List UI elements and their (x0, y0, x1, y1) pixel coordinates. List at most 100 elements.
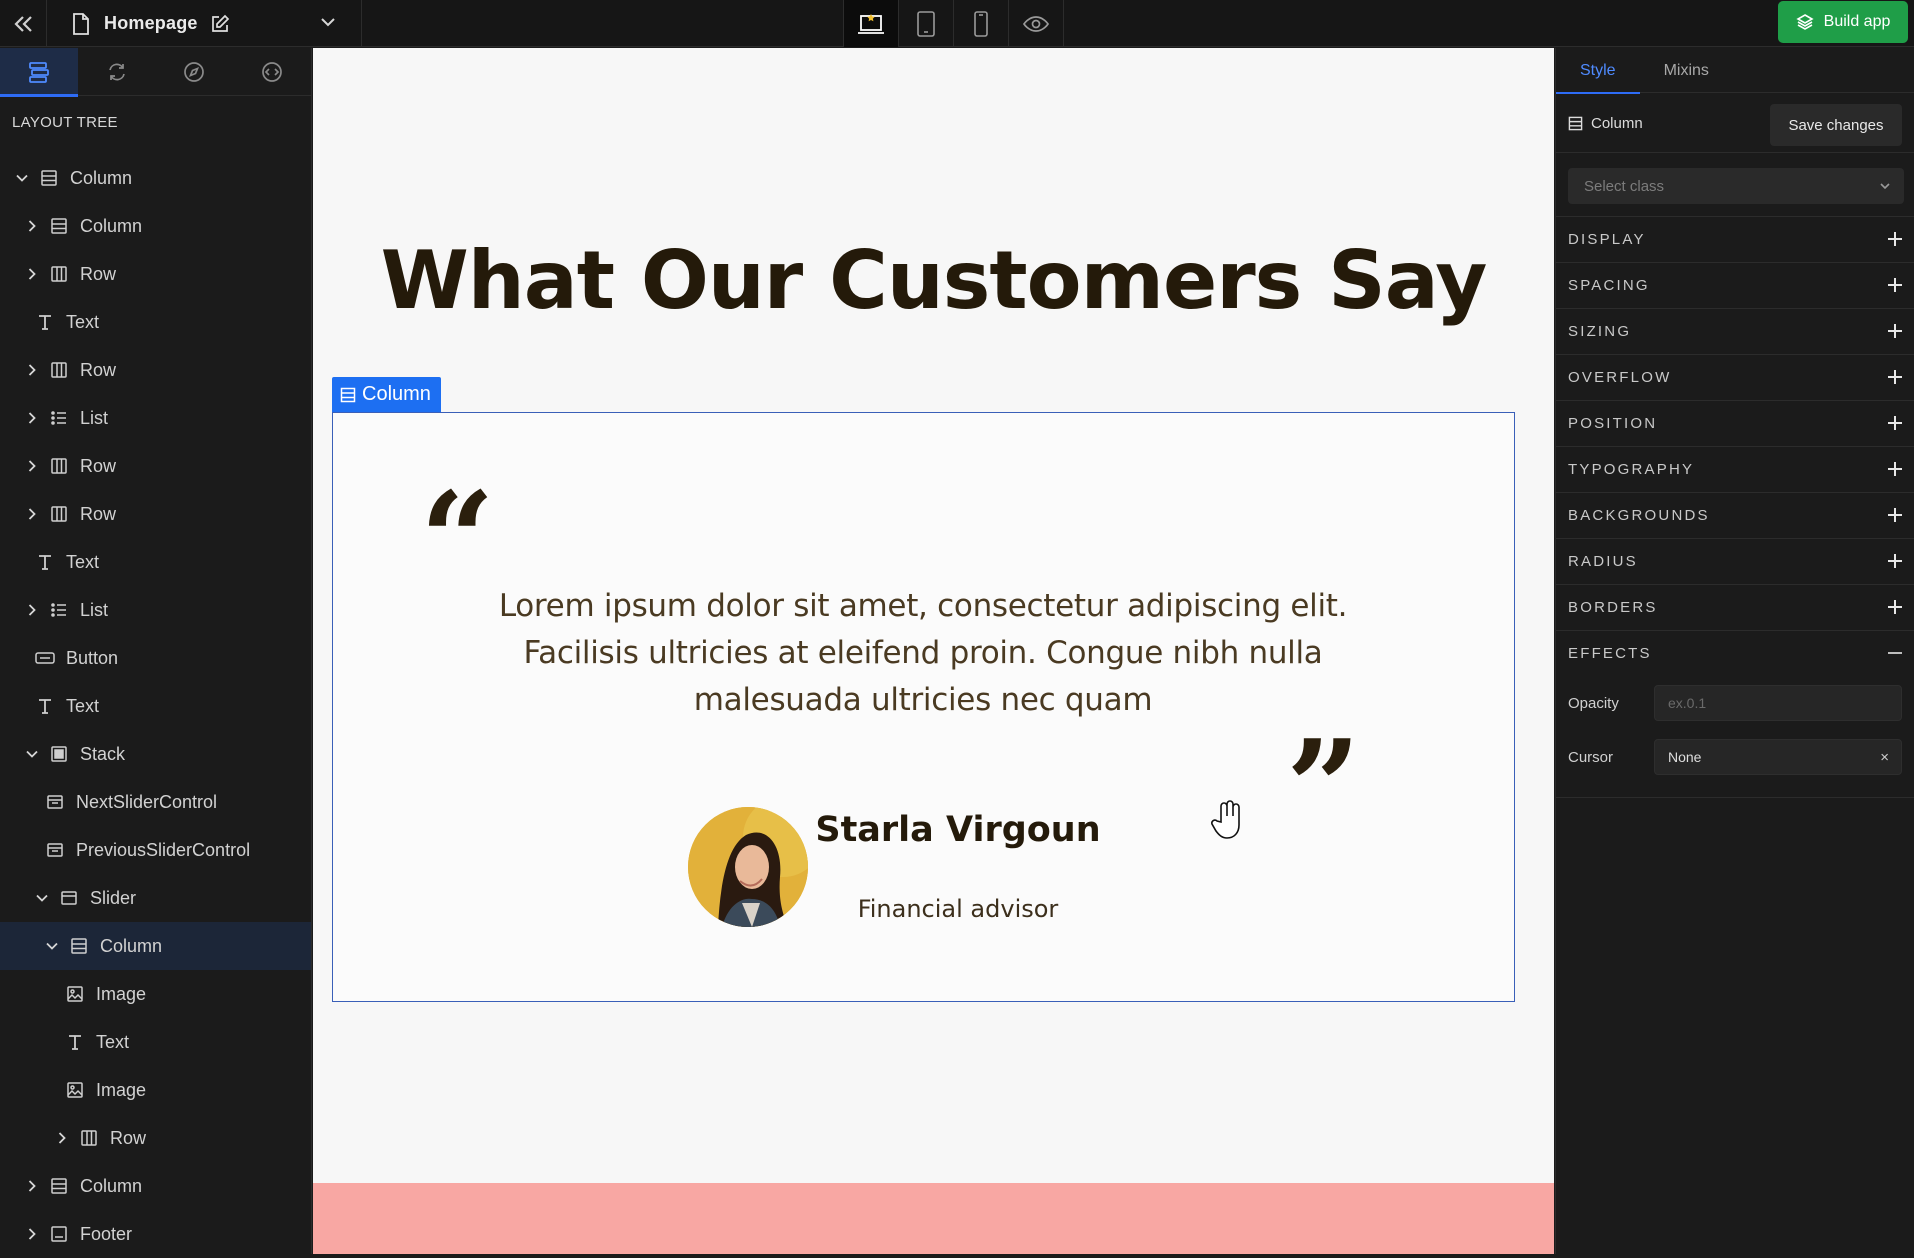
preview-button[interactable] (1009, 0, 1064, 47)
section-radius[interactable]: RADIUS (1556, 538, 1914, 584)
section-position[interactable]: POSITION (1556, 400, 1914, 446)
tree-item-list[interactable]: List (0, 586, 311, 634)
section-label: DISPLAY (1568, 231, 1646, 248)
tree-item-column[interactable]: Column (0, 154, 311, 202)
tree-item-row[interactable]: Row (0, 1114, 311, 1162)
tree-item-slider[interactable]: Slider (0, 874, 311, 922)
chevron-right-icon[interactable] (24, 603, 40, 617)
person-role[interactable]: Financial advisor (808, 895, 1108, 923)
section-label: OVERFLOW (1568, 369, 1672, 386)
plus-icon[interactable] (1886, 230, 1904, 252)
tree-item-stack[interactable]: Stack (0, 730, 311, 778)
tab-refresh[interactable] (78, 48, 156, 96)
tree-item-nextslidercontrol[interactable]: NextSliderControl (0, 778, 311, 826)
section-overflow[interactable]: OVERFLOW (1556, 354, 1914, 400)
edit-icon[interactable] (210, 14, 230, 34)
class-select[interactable]: Select class (1568, 168, 1904, 204)
tree-item-row[interactable]: Row (0, 250, 311, 298)
tree-item-button[interactable]: Button (0, 634, 311, 682)
chevron-right-icon[interactable] (24, 1179, 40, 1193)
section-backgrounds[interactable]: BACKGROUNDS (1556, 492, 1914, 538)
column-icon (340, 387, 356, 402)
collapse-panels-button[interactable] (0, 0, 47, 47)
person-name[interactable]: Starla Virgoun (808, 810, 1108, 850)
testimonial-text[interactable]: Lorem ipsum dolor sit amet, consectetur … (473, 583, 1373, 724)
tree-item-text[interactable]: Text (0, 682, 311, 730)
footer-section[interactable] (313, 1183, 1554, 1254)
selection-label[interactable]: Column (332, 377, 441, 412)
section-heading[interactable]: What Our Customers Say (313, 234, 1554, 327)
tree-item-label: Row (80, 359, 117, 380)
tree-item-text[interactable]: Text (0, 538, 311, 586)
plus-icon[interactable] (1886, 460, 1904, 482)
tree-item-label: Text (66, 311, 100, 332)
tree-item-list[interactable]: List (0, 394, 311, 442)
tree-item-label: Footer (80, 1223, 133, 1244)
section-spacing[interactable]: SPACING (1556, 262, 1914, 308)
plus-icon[interactable] (1886, 276, 1904, 298)
tab-style[interactable]: Style (1556, 48, 1640, 94)
tablet-view-button[interactable] (899, 0, 954, 47)
tree-item-image[interactable]: Image (0, 1066, 311, 1114)
tree-item-text[interactable]: Text (0, 298, 311, 346)
clear-icon[interactable]: × (1880, 749, 1889, 766)
plus-icon[interactable] (1886, 322, 1904, 344)
section-display[interactable]: DISPLAY (1556, 216, 1914, 262)
tree-item-footer[interactable]: Footer (0, 1210, 311, 1258)
chevron-down-icon[interactable] (34, 891, 50, 905)
save-changes-button[interactable]: Save changes (1770, 104, 1902, 146)
device-switcher (843, 0, 1064, 47)
tab-navigation[interactable] (156, 48, 234, 96)
mobile-view-button[interactable] (954, 0, 1009, 47)
plus-icon[interactable] (1886, 506, 1904, 528)
chevron-right-icon[interactable] (24, 219, 40, 233)
tree-item-image[interactable]: Image (0, 970, 311, 1018)
chevron-down-icon[interactable] (319, 13, 337, 36)
chevron-right-icon[interactable] (24, 1227, 40, 1241)
section-sizing[interactable]: SIZING (1556, 308, 1914, 354)
class-select-placeholder: Select class (1584, 177, 1665, 195)
plus-icon[interactable] (1886, 598, 1904, 620)
build-app-label: Build app (1823, 13, 1891, 30)
tab-mixins[interactable]: Mixins (1640, 48, 1733, 93)
cursor-select[interactable]: None × (1654, 739, 1902, 775)
chevron-down-icon[interactable] (24, 747, 40, 761)
avatar[interactable] (688, 807, 808, 927)
plus-icon[interactable] (1886, 552, 1904, 574)
close-quote-image[interactable]: ” (1286, 723, 1361, 853)
chevron-right-icon[interactable] (24, 459, 40, 473)
tree-item-row[interactable]: Row (0, 442, 311, 490)
plus-icon[interactable] (1886, 368, 1904, 390)
section-borders[interactable]: BORDERS (1556, 584, 1914, 630)
chevron-right-icon[interactable] (24, 411, 40, 425)
chevron-right-icon[interactable] (24, 363, 40, 377)
chevron-right-icon[interactable] (24, 267, 40, 281)
build-app-button[interactable]: Build app (1778, 1, 1908, 43)
page-selector[interactable]: Homepage (48, 0, 362, 47)
tab-layout-tree[interactable] (0, 48, 78, 97)
layers-icon (28, 62, 49, 83)
chevron-down-icon[interactable] (14, 171, 30, 185)
tab-code[interactable] (233, 48, 311, 96)
selected-column-outline[interactable]: “ Lorem ipsum dolor sit amet, consectetu… (332, 412, 1515, 1002)
tree-item-previousslidercontrol[interactable]: PreviousSliderControl (0, 826, 311, 874)
section-effects[interactable]: EFFECTS (1556, 630, 1914, 676)
section-typography[interactable]: TYPOGRAPHY (1556, 446, 1914, 492)
page-title: Homepage (104, 13, 198, 33)
tree-item-text[interactable]: Text (0, 1018, 311, 1066)
chevron-right-icon[interactable] (54, 1131, 70, 1145)
minus-icon[interactable] (1886, 644, 1904, 666)
left-panel-tabs (0, 48, 311, 97)
chevron-down-icon[interactable] (44, 939, 60, 953)
selected-element-label: Column (1591, 114, 1643, 132)
tree-item-column[interactable]: Column (0, 1162, 311, 1210)
design-canvas[interactable]: What Our Customers Say Column “ Lorem ip… (313, 48, 1554, 1254)
desktop-view-button[interactable] (844, 0, 899, 47)
tree-item-row[interactable]: Row (0, 346, 311, 394)
tree-item-row[interactable]: Row (0, 490, 311, 538)
opacity-input[interactable]: ex.0.1 (1654, 685, 1902, 721)
tree-item-column[interactable]: Column (0, 922, 311, 970)
tree-item-column[interactable]: Column (0, 202, 311, 250)
plus-icon[interactable] (1886, 414, 1904, 436)
chevron-right-icon[interactable] (24, 507, 40, 521)
